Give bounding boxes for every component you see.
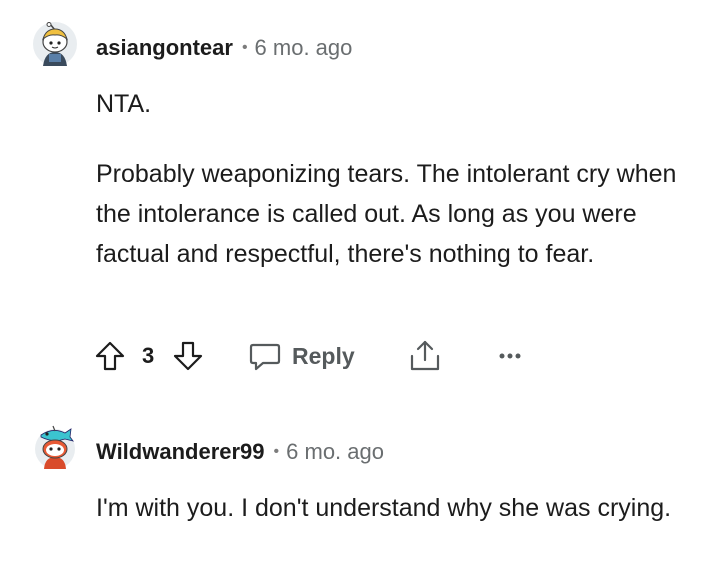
meta-separator: • bbox=[241, 39, 248, 56]
timestamp[interactable]: 6 mo. ago bbox=[286, 439, 384, 464]
username-link[interactable]: Wildwanderer99 bbox=[96, 439, 265, 464]
share-icon bbox=[408, 339, 442, 373]
reply-button[interactable]: Reply bbox=[248, 336, 355, 376]
comment-paragraph: Probably weaponizing tears. The intolera… bbox=[96, 160, 677, 268]
downvote-button[interactable] bbox=[172, 336, 208, 376]
avatar-icon[interactable] bbox=[33, 22, 77, 66]
username-link[interactable]: asiangontear bbox=[96, 35, 233, 60]
reply-label: Reply bbox=[292, 342, 355, 369]
more-options-button[interactable] bbox=[498, 336, 522, 376]
meta-separator: • bbox=[273, 443, 280, 460]
avatar-icon[interactable] bbox=[33, 425, 77, 469]
comment-body: I'm with you. I don't understand why she… bbox=[96, 488, 686, 528]
share-button[interactable] bbox=[408, 336, 444, 376]
chat-bubble-icon bbox=[248, 339, 282, 373]
timestamp[interactable]: 6 mo. ago bbox=[255, 35, 353, 60]
downvote-arrow-icon bbox=[172, 340, 204, 372]
comment-meta: Wildwanderer99 • 6 mo. ago bbox=[96, 438, 384, 469]
comment-paragraph: NTA. bbox=[96, 90, 152, 118]
upvote-arrow-icon bbox=[94, 340, 126, 372]
upvote-button[interactable] bbox=[94, 336, 130, 376]
vote-score: 3 bbox=[142, 343, 155, 368]
more-dots-icon bbox=[498, 351, 522, 361]
comment-paragraph: I'm with you. I don't understand why she… bbox=[96, 494, 672, 522]
comment-actions: 3 Reply bbox=[94, 336, 534, 376]
comment-meta: asiangontear • 6 mo. ago bbox=[96, 34, 352, 65]
comment-body: NTA. Probably weaponizing tears. The int… bbox=[96, 84, 686, 274]
